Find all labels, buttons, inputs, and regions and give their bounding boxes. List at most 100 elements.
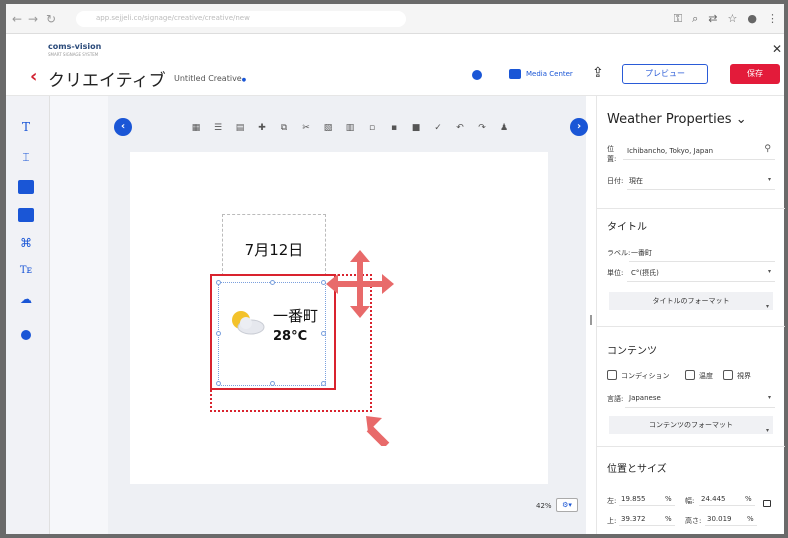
move-icon[interactable]: ✚	[256, 123, 268, 133]
cut-icon[interactable]: ✂	[300, 123, 312, 133]
divider	[597, 208, 785, 209]
grid-icon[interactable]: ▤	[234, 123, 246, 133]
align-icon[interactable]: ▦	[190, 123, 202, 133]
duplicate-icon[interactable]: ⧉	[278, 123, 290, 133]
height-label: 高さ:	[685, 517, 702, 525]
media-link-icon[interactable]: ⌘	[18, 236, 34, 250]
profile-icon[interactable]: ●	[747, 12, 757, 26]
date-text: 7月12日	[244, 241, 304, 259]
content-format-button[interactable]: コンテンツのフォーマット ▾	[609, 416, 773, 434]
forward-arrow-icon[interactable]: →	[28, 12, 38, 26]
collapse-right-button[interactable]: ›	[570, 118, 588, 136]
panel-splitter[interactable]	[590, 315, 592, 325]
language-value: Japanese	[629, 394, 661, 402]
weather-icon[interactable]: ☁	[18, 292, 34, 306]
back-arrow-icon[interactable]: ←	[12, 12, 22, 26]
unit-label: 単位:	[607, 269, 624, 277]
logo-subtitle: SMART SIGNAGE SYSTEM	[48, 52, 99, 57]
delete-icon[interactable]: ▥	[344, 123, 356, 133]
top-input[interactable]: 39.372 %	[619, 512, 675, 526]
text-frame-icon[interactable]: ⌶	[18, 150, 34, 164]
redo-icon[interactable]: ↷	[476, 123, 488, 133]
date-select[interactable]: 現在 ▾	[627, 172, 775, 190]
temperature-checkbox[interactable]	[685, 370, 695, 380]
condition-label: コンディション	[621, 372, 670, 380]
browser-icons: ⚿ ⌕ ⇄ ☆ ● ⋮	[674, 12, 778, 26]
translate-icon[interactable]: ⇄	[708, 12, 717, 26]
media-center-icon[interactable]	[509, 69, 521, 79]
zoom-icon[interactable]: ⌕	[692, 12, 698, 26]
unit-select[interactable]: C°(摂氏) ▾	[627, 264, 775, 282]
left-label: 左:	[607, 497, 617, 505]
properties-panel: Weather Properties ⌄ 位置: Ichibancho, Tok…	[596, 96, 785, 534]
send-backward-icon[interactable]: ▪	[388, 123, 400, 133]
location-field[interactable]: Ichibancho, Tokyo, Japan ⚲	[623, 142, 775, 160]
media-center-link[interactable]: Media Center	[526, 70, 573, 78]
reload-icon[interactable]: ↻	[46, 12, 56, 26]
creative-name[interactable]: Untitled Creative●	[174, 74, 246, 83]
check-icon[interactable]: ✓	[432, 123, 444, 133]
menu-dots-icon[interactable]: ⋮	[767, 12, 778, 26]
layer-panel	[50, 96, 108, 534]
visibility-checkbox[interactable]	[723, 370, 733, 380]
label-value: 一番町	[631, 249, 652, 257]
text-icon[interactable]: T	[18, 120, 34, 134]
page-title: クリエイティブ	[48, 71, 166, 91]
label-label: ラベル:	[607, 249, 631, 257]
star-icon[interactable]: ☆	[728, 12, 738, 26]
date-label: 日付:	[607, 177, 624, 185]
language-select[interactable]: Japanese ▾	[625, 390, 775, 408]
chevron-down-icon: ▾	[765, 427, 769, 434]
zoom-level: 42%	[536, 502, 552, 510]
content-section-heading: コンテンツ	[607, 346, 657, 357]
unsaved-indicator: ●	[241, 77, 247, 83]
title-format-button[interactable]: タイトルのフォーマット ▾	[609, 292, 773, 310]
layer-icon[interactable]: ■	[410, 123, 422, 133]
width-input[interactable]: 24.445 %	[699, 492, 755, 506]
gear-icon[interactable]	[472, 70, 482, 80]
chevron-down-icon: ▾	[767, 394, 771, 401]
canvas-area: ‹ › ▦ ☰ ▤ ✚ ⧉ ✂ ▧ ▥ ▫ ▪ ■ ✓ ↶ ↷ ♟ 7月12日 …	[108, 96, 588, 534]
location-value: Ichibancho, Tokyo, Japan	[627, 147, 714, 155]
preview-button[interactable]: プレビュー	[622, 64, 708, 84]
creative-canvas[interactable]: 7月12日 一番町 28°C	[130, 152, 548, 484]
properties-title[interactable]: Weather Properties ⌄	[607, 112, 747, 127]
collapse-left-button[interactable]: ‹	[114, 118, 132, 136]
back-chevron-icon[interactable]: ‹	[30, 66, 37, 87]
unit-value: C°(摂氏)	[631, 269, 659, 277]
save-button[interactable]: 保存	[730, 64, 780, 84]
move-arrows-icon	[326, 250, 394, 318]
width-label: 幅:	[685, 497, 695, 505]
label-input[interactable]: 一番町	[629, 244, 775, 262]
aspect-lock-icon[interactable]	[763, 500, 771, 507]
position-size-heading: 位置とサイズ	[607, 464, 667, 475]
height-input[interactable]: 30.019 %	[705, 512, 757, 526]
temperature-label: 温度	[699, 372, 713, 380]
logo: coms-vision	[48, 42, 102, 51]
clock-icon[interactable]	[21, 330, 31, 340]
date-element[interactable]: 7月12日	[222, 214, 326, 276]
top-label: 上:	[607, 517, 617, 525]
location-label: 位置:	[607, 145, 617, 163]
key-icon[interactable]: ⚿	[674, 12, 682, 26]
left-input[interactable]: 19.855 %	[619, 492, 675, 506]
close-icon[interactable]: ✕	[772, 42, 782, 56]
bring-forward-icon[interactable]: ▫	[366, 123, 378, 133]
chevron-down-icon: ▾	[765, 303, 769, 310]
chevron-down-icon: ▾	[767, 268, 771, 275]
condition-checkbox[interactable]	[607, 370, 617, 380]
image-icon[interactable]	[18, 180, 34, 194]
upload-icon[interactable]: ⇪	[592, 65, 604, 81]
language-label: 言語:	[607, 395, 624, 403]
chevron-down-icon: ⌄	[735, 112, 747, 127]
url-bar[interactable]: app.sejjeli.co/signage/creative/creative…	[76, 11, 406, 27]
ticker-icon[interactable]: Tᴇ	[18, 264, 34, 278]
location-pin-icon[interactable]: ⚲	[764, 144, 771, 154]
divider	[597, 326, 785, 327]
zoom-menu-button[interactable]: ⚙▾	[556, 498, 578, 512]
undo-icon[interactable]: ↶	[454, 123, 466, 133]
distribute-icon[interactable]: ☰	[212, 123, 224, 133]
video-icon[interactable]	[18, 208, 34, 222]
user-icon[interactable]: ♟	[498, 123, 510, 133]
paste-icon[interactable]: ▧	[322, 123, 334, 133]
